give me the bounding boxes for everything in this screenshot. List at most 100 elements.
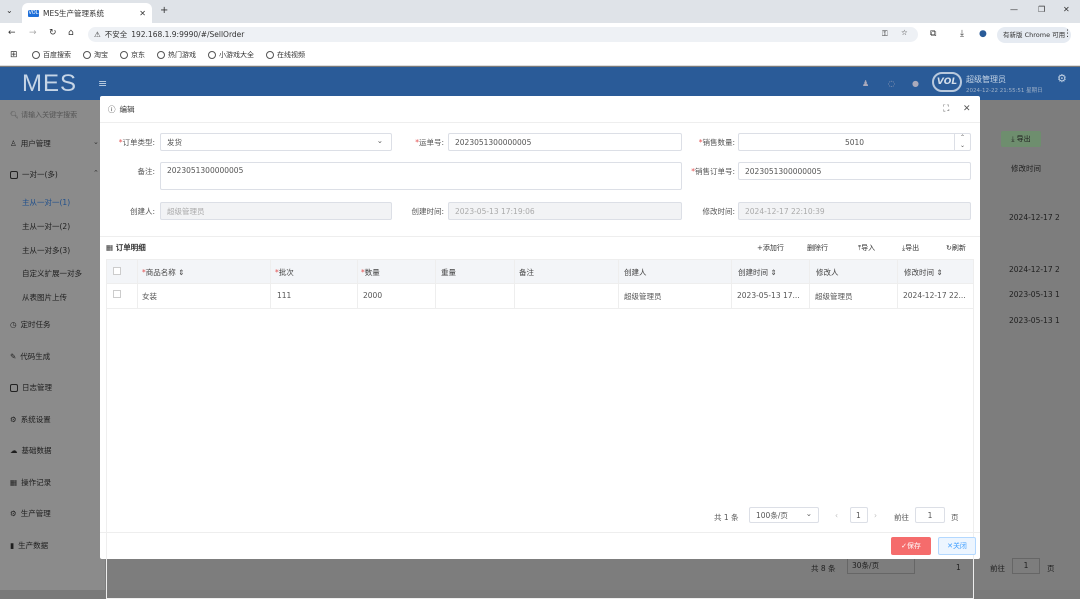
update-chrome-button[interactable]: 有新版 Chrome 可用 xyxy=(997,27,1072,43)
back-icon[interactable]: ← xyxy=(8,28,16,38)
sidebar-subitem[interactable]: 从表图片上传 xyxy=(22,292,67,303)
bookmark-item[interactable]: 京东 xyxy=(120,50,145,60)
qty-input[interactable]: 5010 ⌃ ⌄ xyxy=(738,133,971,151)
cell-batch[interactable]: 111 xyxy=(277,291,291,300)
sidebar-item-production[interactable]: ⚙ 生产管理 xyxy=(10,508,51,519)
globe-icon xyxy=(32,51,40,59)
bell-icon[interactable]: ● xyxy=(912,79,919,88)
user-name[interactable]: 超级管理员 xyxy=(966,74,1006,85)
col-header[interactable]: *商品名称 ⇕ xyxy=(142,267,184,278)
bookmark-item[interactable]: 小游戏大全 xyxy=(208,50,254,60)
calendar-icon xyxy=(10,383,18,392)
order-type-label: *订单类型: xyxy=(118,138,155,147)
sidebar-item-operation-logs[interactable]: ▦ 操作记录 xyxy=(10,477,51,488)
bookmark-item[interactable]: 百度搜索 xyxy=(32,50,71,60)
tab-close-icon[interactable]: ✕ xyxy=(139,9,146,18)
page-number[interactable]: 1 xyxy=(850,507,868,523)
bookmark-item[interactable]: 淘宝 xyxy=(83,50,108,60)
sidebar-item-code-generation[interactable]: ✎ 代码生成 xyxy=(10,351,50,362)
sidebar-subitem[interactable]: 主从一对一(2) xyxy=(22,221,70,232)
col-header[interactable]: 创建时间 ⇕ xyxy=(738,267,777,278)
sidebar-item-base-data[interactable]: ☁ 基础数据 xyxy=(10,445,52,456)
menu-toggle-icon[interactable]: ≡ xyxy=(98,77,107,90)
cell-created: 2023-05-13 17... xyxy=(737,291,800,300)
reload-icon[interactable]: ↻ xyxy=(49,28,57,38)
sidebar-item-scheduled-tasks[interactable]: ◷ 定时任务 xyxy=(10,319,51,330)
bookmark-item[interactable]: 热门游戏 xyxy=(157,50,196,60)
import-button[interactable]: ⤒导入 xyxy=(858,243,875,253)
save-button[interactable]: ✓ 保存 xyxy=(891,537,931,555)
next-page-icon[interactable]: › xyxy=(874,511,877,520)
col-header[interactable]: 修改时间 ⇕ xyxy=(904,267,943,278)
favicon: VOL xyxy=(28,9,39,17)
apps-icon[interactable]: ⊞ xyxy=(10,50,18,60)
grid-icon: ▦ xyxy=(10,478,18,487)
pagination-total: 共 1 条 xyxy=(714,513,739,522)
goto-input[interactable]: 1 xyxy=(915,507,945,523)
sidebar-subitem[interactable]: 自定义扩展一对多 xyxy=(22,268,82,279)
extensions-icon[interactable]: ⧉ xyxy=(930,29,936,39)
forward-icon[interactable]: → xyxy=(29,28,37,38)
refresh-button[interactable]: ↻刷新 xyxy=(946,243,966,253)
sidebar-item-system-settings[interactable]: ⚙ 系统设置 xyxy=(10,414,51,425)
settings-gear-icon[interactable]: ⚙ xyxy=(1057,72,1067,85)
download-icon[interactable]: ⤓ xyxy=(960,29,964,39)
export-button[interactable]: ⤓导出 xyxy=(902,243,919,253)
page-size-select[interactable]: 100条/页 ⌄ xyxy=(749,507,819,523)
bookmark-item[interactable]: 在线视频 xyxy=(266,50,305,60)
row-checkbox[interactable] xyxy=(113,290,121,298)
sidebar-item-one-to-many[interactable]: 一对一(多) xyxy=(10,169,58,180)
globe-icon xyxy=(83,51,91,59)
maximize-icon[interactable]: ❐ xyxy=(1038,5,1045,14)
sidebar-item-user-management[interactable]: ♙ 用户管理 xyxy=(10,138,51,149)
cloud-icon: ☁ xyxy=(10,446,18,455)
globe-icon xyxy=(157,51,165,59)
sidebar-search[interactable]: 🔍︎ 请输入关键字搜索 xyxy=(10,110,77,120)
minimize-icon[interactable]: — xyxy=(1010,5,1018,14)
new-tab-icon[interactable]: + xyxy=(160,5,168,16)
close-icon[interactable]: ✕ xyxy=(963,104,971,114)
home-icon[interactable]: ⌂ xyxy=(68,28,74,38)
order-type-select[interactable]: 发货 ⌄ xyxy=(160,133,392,151)
sidebar-subitem[interactable]: 主从一对一(1) xyxy=(22,197,70,208)
col-header: 修改人 xyxy=(816,268,839,277)
page-unit: 页 xyxy=(951,513,959,522)
globe-icon xyxy=(266,51,274,59)
col-header: *数量 xyxy=(361,268,380,277)
sidebar-item-production-data[interactable]: ▮ 生产数据 xyxy=(10,540,48,551)
table-header: *商品名称 ⇕ *批次 *数量 重量 备注 创建人 创建时间 ⇕ 修改人 修改时… xyxy=(107,260,973,284)
browser-tab[interactable]: VOL MES生产管理系统 ✕ xyxy=(22,3,152,23)
clock-icon: ◷ xyxy=(10,320,17,329)
delete-row-button[interactable]: 删除行 xyxy=(807,243,828,253)
prev-page-icon[interactable]: ‹ xyxy=(835,511,838,520)
qty-label: *销售数量: xyxy=(698,138,735,147)
url-field[interactable]: ⚠ 不安全 192.168.1.9:9990/#/SellOrder ⚿ ☆ xyxy=(88,27,918,42)
add-row-button[interactable]: +添加行 xyxy=(757,243,784,253)
window-close-icon[interactable]: ✕ xyxy=(1063,5,1070,14)
menu-icon[interactable]: ⋮ xyxy=(1063,29,1072,39)
sidebar-item-logs[interactable]: 日志管理 xyxy=(10,382,52,393)
bg-goto-input[interactable]: 1 xyxy=(1012,558,1040,574)
export-button[interactable]: ⤓ 导出 xyxy=(1001,131,1041,147)
profile-icon[interactable]: ● xyxy=(979,29,987,39)
user-icon[interactable]: ♟ xyxy=(862,79,869,88)
close-button[interactable]: ✕ 关闭 xyxy=(938,537,976,555)
cell-name[interactable]: 女装 xyxy=(142,291,157,302)
tab-list-icon[interactable]: ⌄ xyxy=(6,6,13,15)
key-icon[interactable]: ⚿ xyxy=(882,29,888,39)
copy-icon xyxy=(10,170,18,179)
select-all-checkbox[interactable] xyxy=(113,267,121,275)
created-input: 2023-05-13 17:19:06 xyxy=(448,202,682,220)
remark-textarea[interactable]: 2023051300000005 xyxy=(160,162,682,190)
dialog-title: 编辑 xyxy=(119,104,135,114)
star-icon[interactable]: ☆ xyxy=(901,28,908,37)
fullscreen-icon[interactable]: ⛶ xyxy=(943,104,949,114)
chart-icon: ▮ xyxy=(10,541,15,550)
theme-icon[interactable]: ◌ xyxy=(888,79,895,88)
sell-no-input[interactable]: 2023051300000005 xyxy=(738,162,971,180)
sidebar-subitem[interactable]: 主从一对多(3) xyxy=(22,245,70,256)
globe-icon xyxy=(208,51,216,59)
ship-no-input[interactable]: 2023051300000005 xyxy=(448,133,682,151)
cell-modifier: 超级管理员 xyxy=(815,292,853,301)
cell-qty[interactable]: 2000 xyxy=(363,291,382,300)
